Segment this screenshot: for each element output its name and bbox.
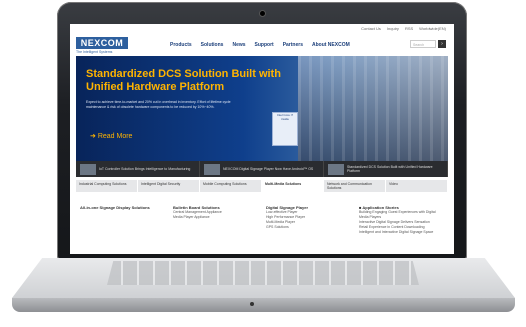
promo-item[interactable]: NEXCOM Digital Signage Player Now Have A… <box>200 161 324 177</box>
hero-title: Standardized DCS Solution Built with Uni… <box>86 68 281 93</box>
solution-tabs: Industrial Computing Solutions Intellige… <box>76 180 448 192</box>
search-input[interactable]: Search <box>410 40 436 48</box>
hero-banner[interactable]: Standardized DCS Solution Built with Uni… <box>76 56 448 161</box>
tab-digital-security[interactable]: Intelligent Digital Security <box>138 180 200 192</box>
nav-solutions[interactable]: Solutions <box>201 42 224 48</box>
promo-thumbnail <box>204 163 220 175</box>
column-heading[interactable]: All-in-one Signage Display Solutions <box>80 205 165 210</box>
tab-video[interactable]: Video <box>386 180 448 192</box>
promo-item[interactable]: IoT Controller Solution Brings Intellige… <box>76 161 200 177</box>
keyboard <box>107 261 419 285</box>
intel-badge-icon: Intel Core i7 inside <box>272 112 298 146</box>
browser-screen: Contact Us Inquiry RSS Worldwide(EN) NEX… <box>70 24 454 254</box>
nexcom-logo[interactable]: NEXCOM <box>76 37 128 49</box>
tab-multimedia[interactable]: Multi-Media Solutions <box>262 180 324 192</box>
top-link-worldwide[interactable]: Worldwide(EN) <box>419 26 446 31</box>
search-icon[interactable]: › <box>438 40 446 48</box>
play-icon: ➜ <box>90 133 98 140</box>
nav-news[interactable]: News <box>232 42 245 48</box>
nav-products[interactable]: Products <box>170 42 192 48</box>
list-item[interactable]: Intelligent and Interactive Digital Sign… <box>359 230 444 235</box>
tab-industrial[interactable]: Industrial Computing Solutions <box>76 180 138 192</box>
tab-network[interactable]: Network and Communication Solutions <box>324 180 386 192</box>
main-nav: Products Solutions News Support Partners… <box>170 42 350 48</box>
promo-item[interactable]: Standardized DCS Solution Built with Uni… <box>324 161 448 177</box>
tab-mobile[interactable]: Mobile Computing Solutions <box>200 180 262 192</box>
nav-partners[interactable]: Partners <box>283 42 303 48</box>
list-item[interactable]: GPS Solutions <box>266 225 351 230</box>
hero-description: Expect to achieve time-to-market and 20%… <box>86 100 231 109</box>
logo-tagline: The Intelligent Systems <box>76 50 113 54</box>
list-item[interactable]: Media Player Appliance <box>173 215 258 220</box>
top-link-inquiry[interactable]: Inquiry <box>387 26 399 31</box>
column-bulletin: Bulletin Board Solutions Central Managem… <box>169 205 262 254</box>
nav-support[interactable]: Support <box>255 42 274 48</box>
column-signage-display: All-in-one Signage Display Solutions <box>76 205 169 254</box>
laptop-front-edge <box>12 298 515 312</box>
list-item[interactable]: Building Engaging Guest Experiences with… <box>359 210 444 220</box>
laptop-frame: Contact Us Inquiry RSS Worldwide(EN) NEX… <box>0 0 526 327</box>
promo-thumbnail <box>328 163 344 175</box>
nav-about[interactable]: About NEXCOM <box>312 42 350 48</box>
laptop-base <box>12 258 515 318</box>
top-link-rss[interactable]: RSS <box>405 26 413 31</box>
promo-thumbnail <box>80 163 96 175</box>
solution-columns: All-in-one Signage Display Solutions Bul… <box>76 205 448 254</box>
indicator-light-icon <box>250 302 254 306</box>
top-links-bar: Contact Us Inquiry RSS Worldwide(EN) <box>70 24 454 33</box>
webcam-icon <box>259 10 266 17</box>
top-link-contact[interactable]: Contact Us <box>361 26 381 31</box>
column-signage-player: Digital Signage Player Low-effective Pla… <box>262 205 355 254</box>
column-application-stories: ■ Application Stories Building Engaging … <box>355 205 448 254</box>
promo-strip: IoT Controller Solution Brings Intellige… <box>76 161 448 177</box>
read-more-link[interactable]: ➜ Read More <box>90 132 132 140</box>
industrial-plant-image <box>298 56 448 161</box>
